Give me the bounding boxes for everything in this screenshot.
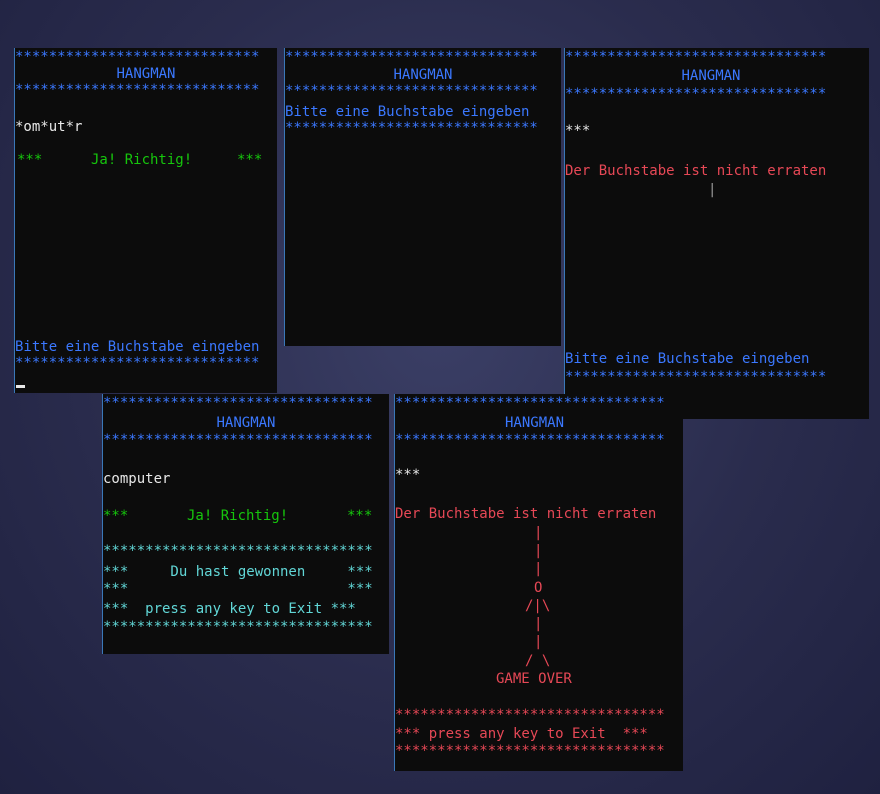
star-border: ******************************** (103, 432, 373, 448)
star-border: ******************************** (395, 743, 665, 759)
hangman-body: | (534, 634, 543, 650)
console-window-3: ******************************* HANGMAN … (564, 48, 869, 419)
star-border: ***************************** (15, 355, 260, 371)
correct-stars-left: *** (17, 152, 43, 168)
correct-stars-right: *** (237, 152, 263, 168)
game-over-text: GAME OVER (496, 671, 572, 687)
console-window-1: ***************************** HANGMAN **… (14, 48, 277, 393)
star-border: ******************************** (103, 395, 373, 411)
star-border: ******************************** (395, 432, 665, 448)
hangman-arms: /|\ (525, 598, 551, 614)
title-hangman: HANGMAN (681, 68, 741, 84)
star-border: ***************************** (15, 82, 260, 98)
hangman-rope: | (534, 561, 543, 577)
star-border: ******************************* (565, 86, 827, 102)
exit-message: *** press any key to Exit *** (103, 601, 356, 617)
hangman-rope: | (534, 543, 543, 559)
star-border: ******************************* (565, 49, 827, 65)
win-message: *** Du hast gewonnen *** (103, 564, 373, 580)
title-hangman: HANGMAN (505, 415, 565, 431)
win-spacer-line: *** *** (103, 581, 373, 597)
star-border: ****************************** (285, 49, 538, 65)
correct-message: Ja! Richtig! (187, 508, 289, 524)
star-border: ******************************** (103, 543, 373, 559)
text-cursor (16, 385, 25, 388)
wrong-letter-message: Der Buchstabe ist nicht erraten (395, 506, 657, 522)
star-border: ******************************** (395, 395, 665, 411)
hangman-head: O (534, 580, 543, 596)
masked-word: *om*ut*r (15, 119, 83, 135)
hangman-legs: / \ (525, 653, 551, 669)
star-border: ****************************** (285, 83, 538, 99)
input-prompt: Bitte eine Buchstabe eingeben (565, 351, 810, 367)
wrong-letter-message: Der Buchstabe ist nicht erraten (565, 163, 827, 179)
solved-word: computer (103, 471, 171, 487)
correct-stars-left: *** (103, 508, 129, 524)
console-window-2: ****************************** HANGMAN *… (284, 48, 561, 346)
masked-word: *** (395, 467, 421, 483)
star-border: ******************************** (395, 707, 665, 723)
title-hangman: HANGMAN (216, 415, 276, 431)
hangman-body: | (534, 616, 543, 632)
hangman-rope: | (534, 525, 543, 541)
console-window-4: ******************************** HANGMAN… (102, 394, 389, 654)
correct-message: Ja! Richtig! (91, 152, 193, 168)
star-border: ******************************** (103, 619, 373, 635)
gallows-pole: | (708, 182, 717, 198)
exit-message: *** press any key to Exit *** (395, 726, 648, 742)
star-border: ***************************** (15, 49, 260, 65)
correct-stars-right: *** (347, 508, 373, 524)
star-border: ****************************** (285, 120, 538, 136)
star-border: ******************************* (565, 369, 827, 385)
console-window-5: ******************************** HANGMAN… (394, 394, 683, 771)
masked-word: *** (565, 123, 591, 139)
